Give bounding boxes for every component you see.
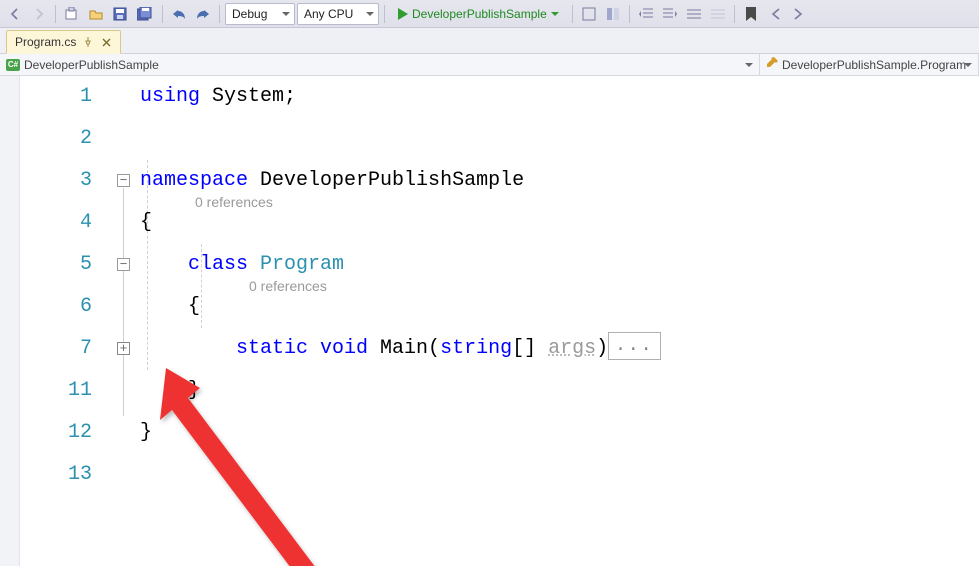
code-line[interactable]: static void Main(string[] args)... [140,328,979,370]
code-line[interactable]: } [140,412,979,454]
separator [734,5,735,23]
bookmark-prev-button[interactable] [764,3,786,25]
code-nav-bar: C# DeveloperPublishSample DeveloperPubli… [0,54,979,76]
class-icon [766,57,778,72]
fold-guide [123,188,124,416]
line-number: 2 [20,118,92,160]
codelens-method-references[interactable]: 0 references [249,278,327,294]
toolbar-button-b[interactable] [602,3,624,25]
bookmark-next-button[interactable] [788,3,810,25]
tab-program-cs[interactable]: Program.cs [6,30,121,54]
main-toolbar: Debug Any CPU DeveloperPublishSample [0,0,979,28]
start-debug-button[interactable]: DeveloperPublishSample [390,3,567,25]
line-number: 4 [20,202,92,244]
build-config-dropdown[interactable]: Debug [225,3,295,25]
nav-fwd-button[interactable] [28,3,50,25]
open-file-button[interactable] [85,3,107,25]
tab-title: Program.cs [15,35,76,49]
line-number: 6 [20,286,92,328]
fold-toggle-namespace[interactable]: − [117,174,130,187]
outdent-button[interactable] [635,3,657,25]
code-editor[interactable]: 1 2 3 4 5 6 7 11 12 13 − − + using Syste… [0,76,979,566]
line-number: 7 [20,328,92,370]
save-all-button[interactable] [133,3,157,25]
pin-icon[interactable] [82,36,94,48]
bookmark-toggle-button[interactable] [740,3,762,25]
outlining-margin: − − + [110,76,140,566]
platform-dropdown[interactable]: Any CPU [297,3,379,25]
comment-button[interactable] [683,3,705,25]
line-number-gutter: 1 2 3 4 5 6 7 11 12 13 [20,76,110,566]
separator [219,5,220,23]
fold-toggle-method-collapsed[interactable]: + [117,342,130,355]
nav-type-label: DeveloperPublishSample.Program [782,58,966,72]
nav-namespace-dropdown[interactable]: C# DeveloperPublishSample [0,54,760,75]
line-number: 1 [20,76,92,118]
separator [572,5,573,23]
separator [384,5,385,23]
collapsed-region-box[interactable]: ... [608,332,660,360]
nav-type-dropdown[interactable]: DeveloperPublishSample.Program [760,54,979,75]
csharp-icon: C# [6,59,20,71]
start-debug-label: DeveloperPublishSample [412,7,547,21]
line-number: 3 [20,160,92,202]
uncomment-button[interactable] [707,3,729,25]
separator [162,5,163,23]
line-number: 12 [20,412,92,454]
code-surface[interactable]: using System; namespace DeveloperPublish… [140,76,979,566]
close-icon[interactable] [100,36,112,48]
fold-toggle-class[interactable]: − [117,258,130,271]
undo-button[interactable] [168,3,190,25]
code-line[interactable]: using System; [140,76,979,118]
code-line[interactable] [140,118,979,160]
separator [629,5,630,23]
line-number: 11 [20,370,92,412]
platform-value: Any CPU [304,7,353,21]
line-number: 5 [20,244,92,286]
redo-button[interactable] [192,3,214,25]
nav-namespace-label: DeveloperPublishSample [24,58,159,72]
indent-button[interactable] [659,3,681,25]
nav-back-button[interactable] [4,3,26,25]
line-number: 13 [20,454,92,496]
code-line[interactable] [140,454,979,496]
toolbar-button-a[interactable] [578,3,600,25]
separator [55,5,56,23]
code-line[interactable]: } [140,370,979,412]
save-button[interactable] [109,3,131,25]
codelens-class-references[interactable]: 0 references [195,194,273,210]
document-tab-strip: Program.cs [0,28,979,54]
build-config-value: Debug [232,7,267,21]
indicator-margin [0,76,20,566]
new-project-button[interactable] [61,3,83,25]
